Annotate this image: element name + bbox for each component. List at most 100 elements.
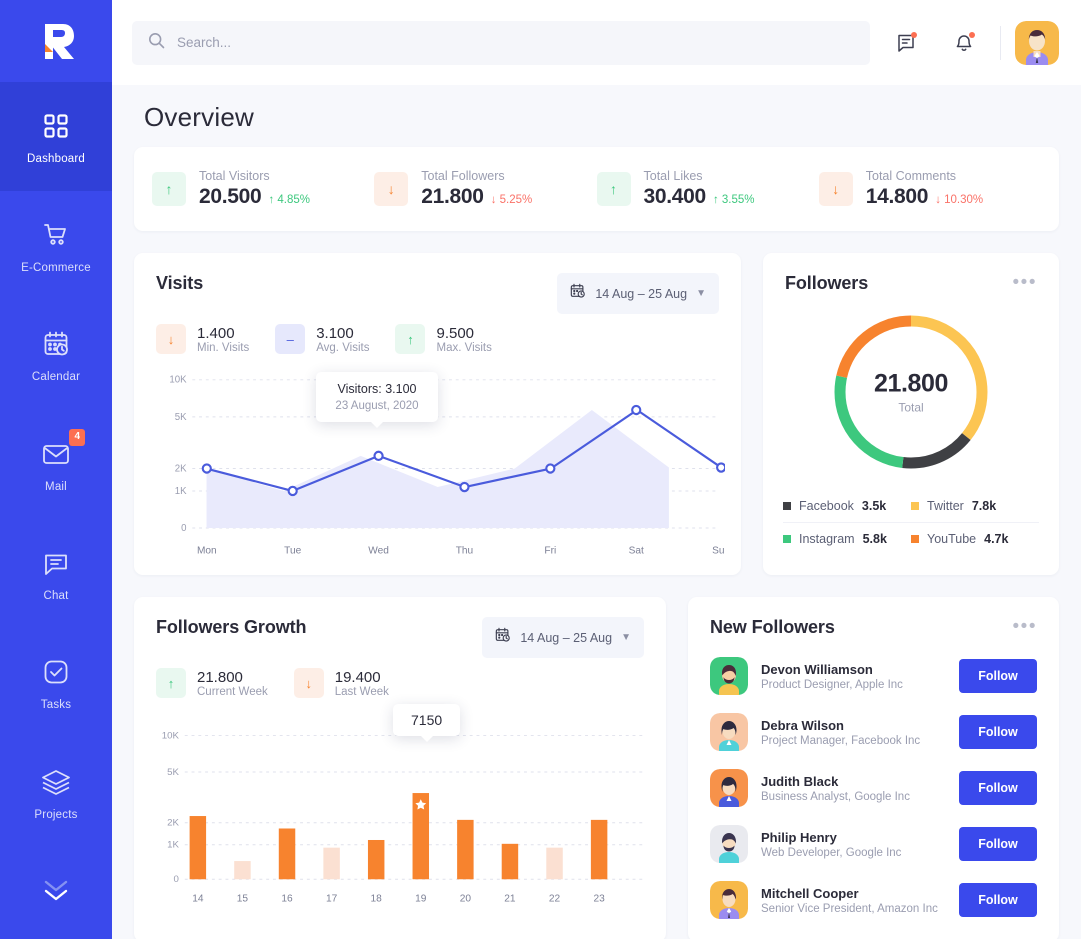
svg-text:18: 18 <box>371 893 383 904</box>
check-circle-icon <box>39 655 73 689</box>
legend-row: Facebook 3.5k Twitter 7.8k <box>783 490 1039 522</box>
visits-card: Visits 14 Aug – 25 Aug ▼ ↓ 1.400 Min. Vi… <box>134 253 741 575</box>
visits-chart-overlay: 10K 5K 2K 1K 0 Mon Tue Wed Thu Fri Sat S… <box>169 375 725 557</box>
sidebar-label-calendar: Calendar <box>31 371 81 384</box>
svg-text:Sun: Sun <box>712 545 725 556</box>
legend-swatch-twitter <box>911 502 919 510</box>
followers-growth-card: Followers Growth 14 Aug – 25 Aug ▼ ↑ 21.… <box>134 597 666 939</box>
sidebar-item-dashboard[interactable]: Dashboard <box>0 82 112 192</box>
sidebar-item-projects[interactable]: Projects <box>0 738 112 847</box>
sidebar-label-e-commerce: E-Commerce <box>21 262 91 275</box>
logo-icon <box>45 24 74 60</box>
list-item[interactable]: Philip Henry Web Developer, Google Inc F… <box>710 816 1037 872</box>
notifications-button[interactable] <box>942 21 986 65</box>
stat-total-comments: ↓ Total Comments 14.800 ↓ 10.30% <box>818 169 1041 209</box>
search-icon <box>148 32 165 54</box>
main-area: Overview ↑ Total Visitors 20.500 ↑ 4.85%… <box>112 0 1081 939</box>
svg-text:Tue: Tue <box>284 545 301 556</box>
arrow-down-icon: ↓ <box>156 324 186 354</box>
topbar-divider <box>1000 25 1001 60</box>
chat-icon <box>39 546 73 580</box>
followers-menu-button[interactable]: ••• <box>1013 273 1037 292</box>
search-box[interactable] <box>132 20 870 65</box>
svg-text:Sat: Sat <box>629 545 644 556</box>
svg-text:23: 23 <box>593 893 605 904</box>
stat-value: 21.800 <box>421 185 484 208</box>
list-item[interactable]: Debra Wilson Project Manager, Facebook I… <box>710 704 1037 760</box>
svg-text:5K: 5K <box>175 412 187 423</box>
visits-avg-caption: Avg. Visits <box>316 341 370 354</box>
follow-button[interactable]: Follow <box>959 883 1037 917</box>
sidebar-item-tasks[interactable]: Tasks <box>0 629 112 738</box>
app-logo[interactable] <box>0 0 112 82</box>
dash-icon: – <box>275 324 306 354</box>
growth-current-value: 21.800 <box>197 668 243 686</box>
chevron-down-icon: ▼ <box>621 632 631 643</box>
avatar <box>710 881 748 919</box>
messages-button[interactable] <box>884 21 928 65</box>
svg-text:0: 0 <box>181 523 187 534</box>
list-item[interactable]: Mitchell Cooper Senior Vice President, A… <box>710 872 1037 928</box>
row-growth-newfollowers: Followers Growth 14 Aug – 25 Aug ▼ ↑ 21.… <box>134 597 1059 939</box>
growth-current-week: ↑ 21.800 Current Week <box>156 668 268 698</box>
arrow-down-icon: ↓ <box>293 668 324 698</box>
new-followers-card: New Followers ••• Devon Williamson Produ… <box>688 597 1059 939</box>
new-followers-menu-button[interactable]: ••• <box>1013 617 1037 636</box>
list-item[interactable]: Judith Black Business Analyst, Google In… <box>710 760 1037 816</box>
legend-name: Twitter <box>927 499 964 513</box>
stat-value: 20.500 <box>199 185 262 208</box>
visits-title: Visits <box>156 273 204 293</box>
layers-icon <box>39 765 73 799</box>
sidebar-expand-button[interactable] <box>0 847 112 939</box>
stat-value: 30.400 <box>643 185 707 208</box>
visits-line-chart[interactable]: 10K 5K 2K 1K 0 Mon Tue Wed Thu Fri Sat S… <box>134 360 741 575</box>
growth-daterange-selector[interactable]: 14 Aug – 25 Aug ▼ <box>482 617 644 658</box>
follower-role: Product Designer, Apple Inc <box>761 678 903 691</box>
follower-role: Senior Vice President, Amazon Inc <box>761 902 938 915</box>
stat-label: Total Comments <box>865 169 957 183</box>
avatar[interactable] <box>1015 20 1059 65</box>
svg-text:16: 16 <box>281 893 293 904</box>
app-root: Dashboard E-Commerce Calendar 4 Mail Cha… <box>0 0 1081 939</box>
legend-value: 5.8k <box>862 532 887 546</box>
visits-min-value: 1.400 <box>197 324 235 342</box>
follower-name: Devon Williamson <box>761 661 873 677</box>
legend-item-youtube: YouTube 4.7k <box>911 532 1039 546</box>
follow-button[interactable]: Follow <box>959 771 1037 805</box>
sidebar-item-e-commerce[interactable]: E-Commerce <box>0 191 112 300</box>
legend-swatch-instagram <box>783 535 791 543</box>
follower-name: Debra Wilson <box>761 717 844 733</box>
growth-last-caption: Last Week <box>334 685 389 698</box>
stat-label: Total Likes <box>643 169 703 183</box>
svg-text:2K: 2K <box>175 463 187 474</box>
follow-button[interactable]: Follow <box>959 827 1037 861</box>
sidebar-item-mail[interactable]: 4 Mail <box>0 410 112 519</box>
search-input[interactable] <box>177 35 854 50</box>
stat-label: Total Followers <box>421 169 505 183</box>
sidebar-label-projects: Projects <box>34 808 78 821</box>
sidebar-item-calendar[interactable]: Calendar <box>0 301 112 410</box>
list-item[interactable]: Devon Williamson Product Designer, Apple… <box>710 648 1037 704</box>
visits-mini-stats: ↓ 1.400 Min. Visits – 3.100 Avg. Visits <box>134 314 741 360</box>
svg-text:17: 17 <box>326 893 338 904</box>
sidebar-item-chat[interactable]: Chat <box>0 519 112 628</box>
visits-max-caption: Max. Visits <box>436 341 492 354</box>
follower-role: Business Analyst, Google Inc <box>761 790 910 803</box>
legend-value: 3.5k <box>861 499 887 513</box>
content-area: Overview ↑ Total Visitors 20.500 ↑ 4.85%… <box>112 85 1081 939</box>
legend-name: Instagram <box>799 532 855 546</box>
page-title: Overview <box>144 102 254 132</box>
growth-bar-chart[interactable]: 10K 5K 2K 1K 0 14 15 16 17 18 19 20 21 2… <box>134 704 666 916</box>
follow-button[interactable]: Follow <box>959 659 1037 693</box>
visits-daterange-text: 14 Aug – 25 Aug <box>595 286 688 301</box>
legend-name: YouTube <box>927 532 977 546</box>
follow-button[interactable]: Follow <box>959 715 1037 749</box>
stat-total-followers: ↓ Total Followers 21.800 ↓ 5.25% <box>374 169 596 209</box>
legend-value: 7.8k <box>971 499 997 513</box>
notifications-unread-dot <box>969 31 975 38</box>
calendar-clock-icon <box>570 283 586 304</box>
stat-value: 14.800 <box>865 185 929 208</box>
visits-daterange-selector[interactable]: 14 Aug – 25 Aug ▼ <box>557 273 719 314</box>
growth-mini-stats: ↑ 21.800 Current Week ↓ 19.400 Last Week <box>134 658 666 704</box>
svg-text:0: 0 <box>174 874 179 885</box>
